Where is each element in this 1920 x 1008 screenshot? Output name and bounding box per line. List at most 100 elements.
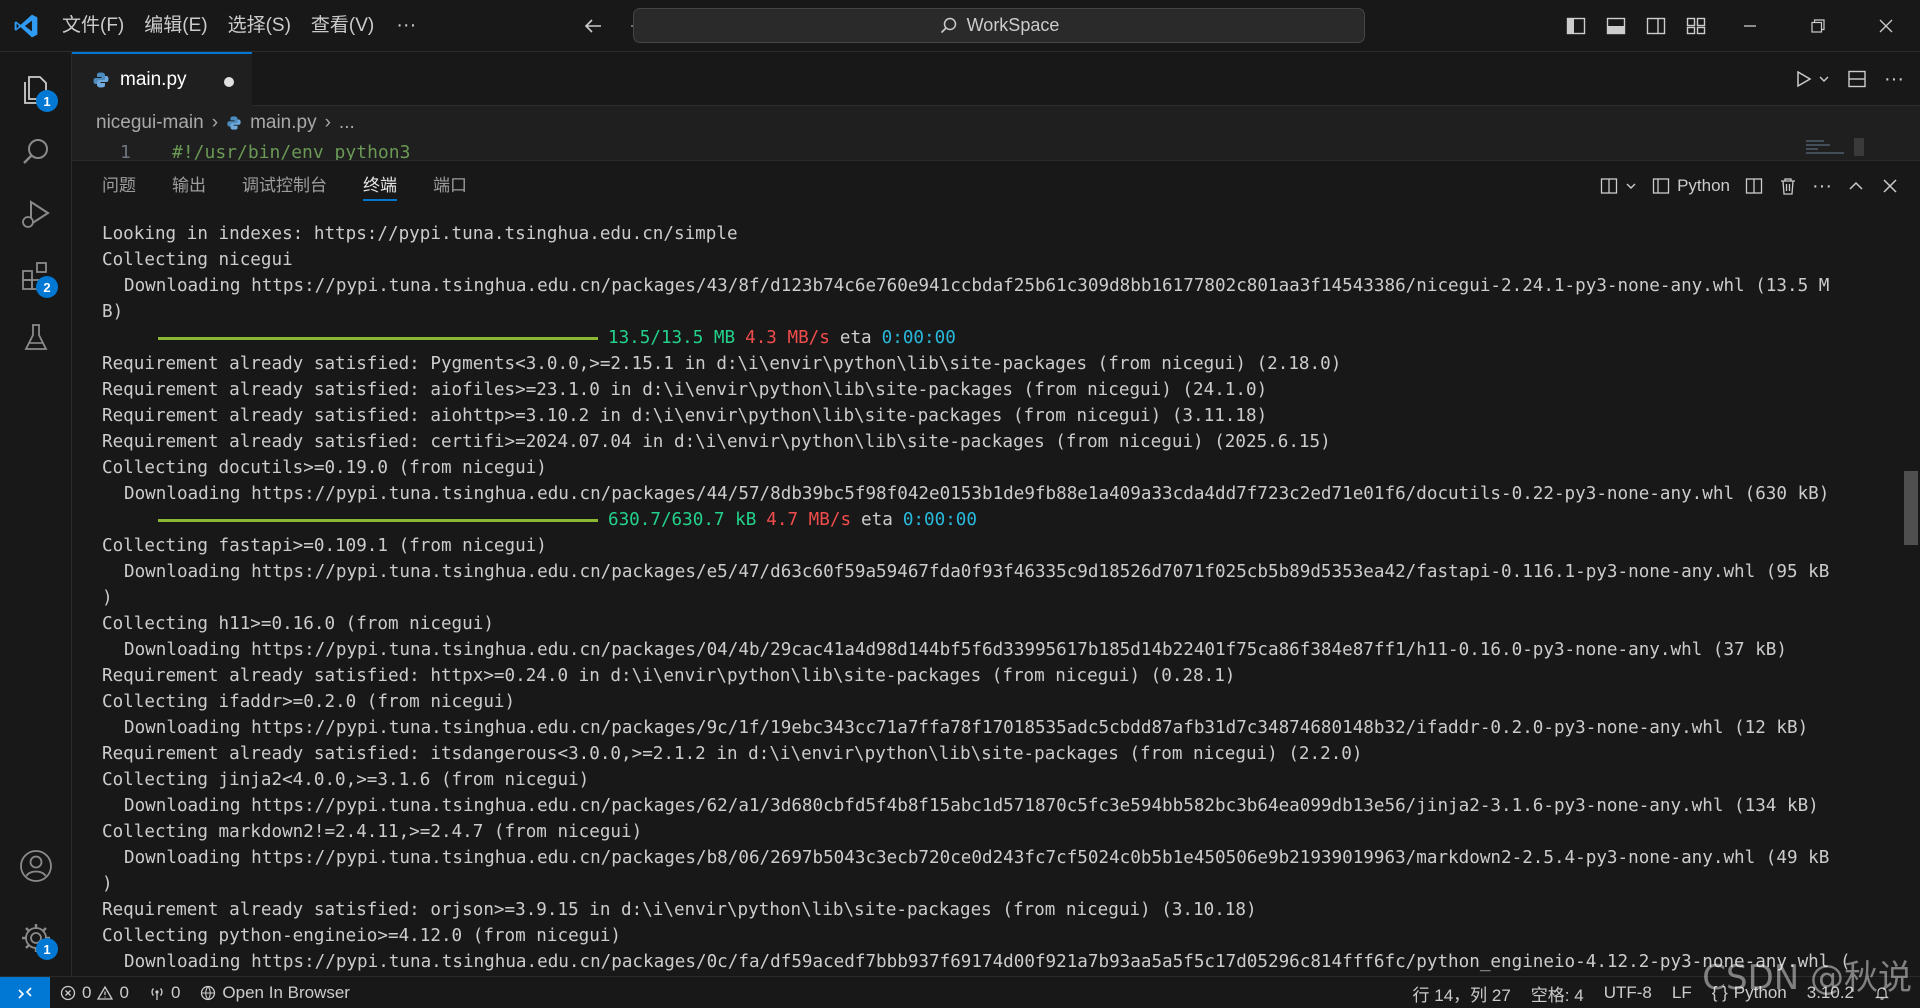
- ports-status[interactable]: 0: [139, 977, 190, 1008]
- terminal-line: Collecting nicegui: [102, 250, 293, 270]
- terminal-line: Downloading https://pypi.tuna.tsinghua.e…: [124, 848, 1830, 868]
- settings-badge: 1: [36, 938, 58, 960]
- explorer-badge: 1: [36, 90, 58, 112]
- encoding[interactable]: UTF-8: [1594, 977, 1662, 1008]
- indentation[interactable]: 空格: 4: [1521, 977, 1594, 1008]
- tab-ports[interactable]: 端口: [433, 161, 467, 211]
- extensions-icon[interactable]: 2: [0, 246, 72, 306]
- warning-icon: [97, 985, 114, 1000]
- terminal-line: Downloading https://pypi.tuna.tsinghua.e…: [124, 952, 1851, 972]
- editor-area[interactable]: 1 #!/usr/bin/env python3: [72, 140, 1920, 160]
- trash-icon[interactable]: [1778, 176, 1798, 196]
- globe-icon: [201, 985, 216, 1000]
- vscode-logo-icon: [0, 0, 52, 52]
- terminal-profile-label: Python: [1677, 176, 1731, 195]
- breadcrumb-folder[interactable]: nicegui-main: [96, 112, 204, 134]
- toggle-primary-sidebar-icon[interactable]: [1556, 0, 1596, 52]
- minimize-icon[interactable]: [1716, 0, 1784, 52]
- activity-bar: 1 2 1: [0, 52, 72, 976]
- tab-terminal[interactable]: 终端: [363, 161, 397, 211]
- broadcast-icon: [151, 987, 163, 1000]
- panel-more-icon[interactable]: ···: [1812, 175, 1832, 198]
- progress-rate: 4.3 MB/s: [745, 328, 830, 348]
- back-arrow-icon[interactable]: [578, 11, 608, 41]
- status-bar: 0 0 0 Open In Browser 行 14，列 27 空格: 4 UT…: [0, 976, 1920, 1008]
- csdn-watermark: CSDN @秋说: [1702, 958, 1912, 998]
- code-line: #!/usr/bin/env python3: [172, 142, 411, 160]
- split-terminal-icon: [1600, 178, 1618, 194]
- more-menu-icon[interactable]: ···: [384, 14, 428, 37]
- cursor-position[interactable]: 行 14，列 27: [1403, 977, 1521, 1008]
- breadcrumb-separator-icon: ›: [211, 112, 219, 133]
- customize-layout-icon[interactable]: [1676, 0, 1716, 52]
- terminal-output[interactable]: Looking in indexes: https://pypi.tuna.ts…: [102, 221, 1892, 977]
- search-icon: [940, 17, 956, 33]
- scrollbar-thumb[interactable]: [1904, 471, 1918, 545]
- progress-bar: [158, 518, 598, 522]
- breadcrumb-symbol[interactable]: ...: [339, 112, 355, 134]
- terminal-line: Looking in indexes: https://pypi.tuna.ts…: [102, 224, 738, 244]
- new-terminal-dropdown[interactable]: [1599, 176, 1637, 196]
- menu-edit[interactable]: 编辑(E): [134, 0, 217, 52]
- split-editor-icon[interactable]: [1846, 68, 1868, 90]
- unsaved-dot-icon[interactable]: [224, 77, 234, 87]
- tab-problems[interactable]: 问题: [102, 161, 136, 211]
- progress-size: 630.7/630.7 kB: [608, 510, 757, 530]
- breadcrumb-file[interactable]: main.py: [250, 112, 317, 134]
- progress-size: 13.5/13.5 MB: [608, 328, 736, 348]
- progress-bar: [158, 336, 598, 340]
- menu-bar: 文件(F) 编辑(E) 选择(S) 查看(V) ···: [52, 0, 428, 52]
- progress-line: 13.5/13.5 MB 4.3 MB/s eta 0:00:00: [102, 325, 1892, 351]
- search-view-icon[interactable]: [0, 122, 72, 182]
- ports-count: 0: [170, 982, 181, 1002]
- run-debug-icon[interactable]: [0, 184, 72, 244]
- menu-selection[interactable]: 选择(S): [218, 0, 301, 52]
- menu-file[interactable]: 文件(F): [52, 0, 134, 52]
- maximize-panel-icon[interactable]: [1846, 176, 1866, 196]
- terminal-line: Requirement already satisfied: aiofiles>…: [102, 380, 1268, 400]
- restore-icon[interactable]: [1784, 0, 1852, 52]
- testing-flask-icon[interactable]: [0, 308, 72, 368]
- minimap[interactable]: [1804, 138, 1864, 156]
- terminal-profile[interactable]: Python: [1651, 176, 1730, 196]
- explorer-icon[interactable]: 1: [0, 60, 72, 120]
- run-python-file-icon[interactable]: [1792, 68, 1814, 90]
- vscode-window: 文件(F) 编辑(E) 选择(S) 查看(V) ··· WorkSpace 1 …: [0, 0, 1920, 1008]
- tab-output[interactable]: 输出: [172, 161, 206, 211]
- toggle-panel-icon[interactable]: [1596, 0, 1636, 52]
- toggle-secondary-sidebar-icon[interactable]: [1636, 0, 1676, 52]
- error-icon: [60, 985, 76, 1000]
- line-number: 1: [120, 142, 131, 160]
- editor-more-actions-icon[interactable]: ···: [1884, 68, 1904, 91]
- problems-status[interactable]: 0 0: [50, 977, 139, 1008]
- extensions-badge: 2: [36, 276, 58, 298]
- terminal-line: ): [102, 874, 113, 894]
- search-label: WorkSpace: [966, 15, 1060, 35]
- terminal-scrollbar[interactable]: [1902, 221, 1920, 977]
- run-dropdown-chevron-icon[interactable]: [1818, 73, 1830, 85]
- breadcrumb: nicegui-main › main.py › ...: [72, 106, 1920, 140]
- settings-gear-icon[interactable]: 1: [0, 908, 72, 968]
- progress-eta-label: eta: [861, 510, 893, 530]
- terminal-line: Downloading https://pypi.tuna.tsinghua.e…: [124, 718, 1809, 738]
- terminal-line: Collecting ifaddr>=0.2.0 (from nicegui): [102, 692, 516, 712]
- progress-eta-label: eta: [839, 328, 872, 348]
- terminal-line: Collecting jinja2<4.0.0,>=3.1.6 (from ni…: [102, 770, 590, 790]
- close-panel-icon[interactable]: [1880, 176, 1900, 196]
- accounts-icon[interactable]: [0, 836, 72, 896]
- end-of-line[interactable]: LF: [1662, 977, 1702, 1008]
- terminal-line: Collecting h11>=0.16.0 (from nicegui): [102, 614, 494, 634]
- python-file-icon: [93, 72, 109, 88]
- open-in-browser[interactable]: Open In Browser: [190, 977, 360, 1008]
- progress-rate: 4.7 MB/s: [766, 510, 852, 530]
- terminal-line: Requirement already satisfied: aiohttp>=…: [102, 406, 1268, 426]
- split-terminal-icon[interactable]: [1744, 176, 1764, 196]
- tab-main-py[interactable]: main.py: [72, 52, 252, 106]
- menu-view[interactable]: 查看(V): [301, 0, 384, 52]
- tab-debug-console[interactable]: 调试控制台: [242, 161, 327, 211]
- terminal-line: Requirement already satisfied: httpx>=0.…: [102, 666, 1236, 686]
- remote-indicator-icon[interactable]: [0, 976, 50, 1008]
- close-window-icon[interactable]: [1852, 0, 1920, 52]
- tab-label: main.py: [120, 69, 187, 90]
- command-center-search[interactable]: WorkSpace: [633, 8, 1365, 43]
